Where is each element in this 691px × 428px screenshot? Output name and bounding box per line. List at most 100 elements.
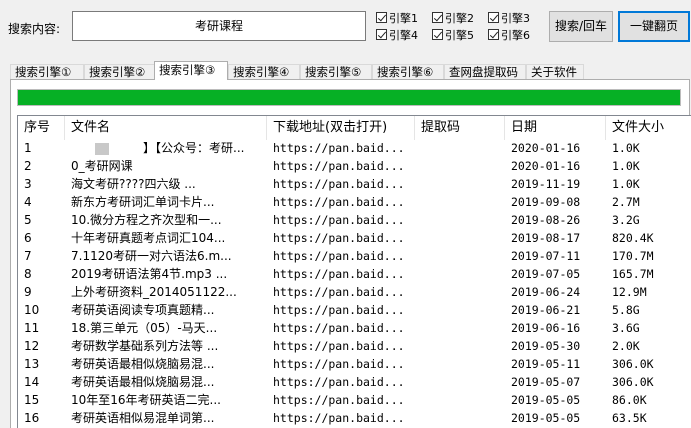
cell-size: 306.0K: [612, 375, 654, 389]
cell-size: 2.7M: [612, 195, 640, 209]
column-header-date[interactable]: 日期: [505, 116, 606, 140]
table-row[interactable]: 9 上外考研资料_2014051122... https://pan.baid...…: [18, 284, 691, 301]
cell-code: [415, 212, 505, 229]
engine-2-checkbox[interactable]: 引擎2: [432, 10, 474, 25]
cell-code: [415, 176, 505, 193]
cell-index: 9: [24, 285, 32, 299]
cell-code: [415, 392, 505, 409]
cell-url: https://pan.baid...: [273, 213, 405, 227]
engine-4-checkbox[interactable]: 引擎4: [376, 27, 418, 42]
cell-size: 306.0K: [612, 357, 654, 371]
engine-3-label: 引擎3: [501, 11, 530, 25]
cell-code: [415, 356, 505, 373]
table-row[interactable]: 14 考研英语最相似烧脑易混... https://pan.baid... 2019-…: [18, 374, 691, 391]
checkbox-checked-icon: [432, 12, 443, 23]
cell-filename: 新东方考研词汇单词卡片...: [71, 195, 215, 209]
cell-index: 4: [24, 195, 32, 209]
checkbox-checked-icon: [376, 12, 387, 23]
engine-1-label: 引擎1: [389, 11, 418, 25]
table-row[interactable]: 3 海文考研????四六级 ... https://pan.baid... 2019-…: [18, 176, 691, 193]
cell-date: 2019-09-08: [511, 195, 581, 209]
results-list[interactable]: 序号 文件名 下载地址(双击打开) 提取码 日期 文件大小 1 】【公众号：考研.…: [17, 115, 691, 428]
cell-index: 6: [24, 231, 32, 245]
cell-index: 1: [24, 141, 32, 155]
column-header-filename[interactable]: 文件名: [65, 116, 267, 140]
checkbox-checked-icon: [488, 29, 499, 40]
column-header-index[interactable]: 序号: [18, 116, 65, 140]
tab-engine-3[interactable]: 搜索引擎③: [154, 61, 228, 80]
cell-filename: 考研英语最相似烧脑易混...: [71, 375, 215, 389]
column-header-code[interactable]: 提取码: [415, 116, 505, 140]
table-row[interactable]: 1 】【公众号：考研... https://pan.baid... 2020-01-1…: [18, 140, 691, 157]
cell-size: 63.5K: [612, 411, 647, 425]
table-row[interactable]: 11 18.第三单元（05）-马天... https://pan.baid... 20…: [18, 320, 691, 337]
search-label: 搜索内容:: [8, 22, 61, 36]
cell-date: 2019-05-05: [511, 411, 581, 425]
progress-fill: [18, 90, 680, 105]
engine-1-checkbox[interactable]: 引擎1: [376, 10, 418, 25]
table-row[interactable]: 5 10.微分方程之齐次型和一... https://pan.baid... 2019…: [18, 212, 691, 229]
engine-6-checkbox[interactable]: 引擎6: [488, 27, 530, 42]
cell-size: 3.2G: [612, 213, 640, 227]
table-row[interactable]: 4 新东方考研词汇单词卡片... https://pan.baid... 2019-0…: [18, 194, 691, 211]
tab-engine-1[interactable]: 搜索引擎①: [10, 64, 84, 79]
table-row[interactable]: 12 考研数学基础系列方法等 ... https://pan.baid... 2019…: [18, 338, 691, 355]
engine-5-checkbox[interactable]: 引擎5: [432, 27, 474, 42]
cell-filename: 上外考研资料_2014051122...: [71, 285, 237, 299]
table-row[interactable]: 15 10年至16年考研英语二完... https://pan.baid... 201…: [18, 392, 691, 409]
cell-url: https://pan.baid...: [273, 267, 405, 281]
checkbox-checked-icon: [432, 29, 443, 40]
cell-size: 12.9M: [612, 285, 647, 299]
cell-size: 2.0K: [612, 339, 640, 353]
cell-url: https://pan.baid...: [273, 285, 405, 299]
column-header-size[interactable]: 文件大小: [606, 116, 691, 140]
cell-code: [415, 410, 505, 427]
engine-3-checkbox[interactable]: 引擎3: [488, 10, 530, 25]
table-row[interactable]: 10 考研英语阅读专项真题精... https://pan.baid... 2019-…: [18, 302, 691, 319]
cell-filename: 考研英语相似易混单词第...: [71, 411, 215, 425]
cell-date: 2019-08-26: [511, 213, 581, 227]
tab-about[interactable]: 关于软件: [526, 64, 584, 79]
cell-size: 5.8G: [612, 303, 640, 317]
table-row[interactable]: 2 0_考研网课 https://pan.baid... 2020-01-16 1.0K: [18, 158, 691, 175]
tab-engine-4[interactable]: 搜索引擎④: [228, 64, 300, 79]
cell-url: https://pan.baid...: [273, 249, 405, 263]
table-row[interactable]: 7 7.1120考研一对六语法6.m... https://pan.baid... 2…: [18, 248, 691, 265]
cell-index: 16: [24, 411, 40, 425]
cell-url: https://pan.baid...: [273, 231, 405, 245]
cell-index: 15: [24, 393, 40, 407]
tab-engine-5[interactable]: 搜索引擎⑤: [300, 64, 372, 79]
cell-date: 2019-06-24: [511, 285, 581, 299]
cell-size: 1.0K: [612, 159, 640, 173]
search-button[interactable]: 搜索/回车: [549, 11, 613, 42]
tab-lookup-code[interactable]: 查网盘提取码: [444, 64, 526, 79]
flip-page-button[interactable]: 一键翻页: [618, 11, 690, 42]
cell-code: [415, 140, 505, 157]
table-row[interactable]: 8 2019考研语法第4节.mp3 ... https://pan.baid... 2…: [18, 266, 691, 283]
cell-filename: 0_考研网课: [71, 159, 133, 173]
cell-date: 2019-11-19: [511, 177, 581, 191]
tab-engine-2[interactable]: 搜索引擎②: [84, 64, 156, 79]
cell-url: https://pan.baid...: [273, 195, 405, 209]
table-row[interactable]: 13 考研英语最相似烧脑易混... https://pan.baid... 2019-…: [18, 356, 691, 373]
cell-code: [415, 194, 505, 211]
table-row[interactable]: 16 考研英语相似易混单词第... https://pan.baid... 2019-…: [18, 410, 691, 427]
engine-checkboxes: 引擎1 引擎2 引擎3 引擎4 引擎5 引擎6: [376, 10, 546, 44]
cell-date: 2019-08-17: [511, 231, 581, 245]
checkbox-checked-icon: [488, 12, 499, 23]
search-input[interactable]: 考研课程: [72, 11, 366, 41]
engine-4-label: 引擎4: [389, 28, 418, 42]
cell-filename: 7.1120考研一对六语法6.m...: [71, 249, 232, 263]
cell-size: 1.0K: [612, 141, 640, 155]
cell-size: 820.4K: [612, 231, 654, 245]
table-row[interactable]: 6 十年考研真题考点词汇104... https://pan.baid... 2019…: [18, 230, 691, 247]
cell-date: 2019-05-30: [511, 339, 581, 353]
tab-engine-6[interactable]: 搜索引擎⑥: [372, 64, 444, 79]
cell-size: 86.0K: [612, 393, 647, 407]
engine-6-label: 引擎6: [501, 28, 530, 42]
cell-size: 165.7M: [612, 267, 654, 281]
column-header-url[interactable]: 下载地址(双击打开): [267, 116, 415, 140]
cell-url: https://pan.baid...: [273, 339, 405, 353]
cell-filename: 18.第三单元（05）-马天...: [71, 321, 218, 335]
cell-index: 8: [24, 267, 32, 281]
